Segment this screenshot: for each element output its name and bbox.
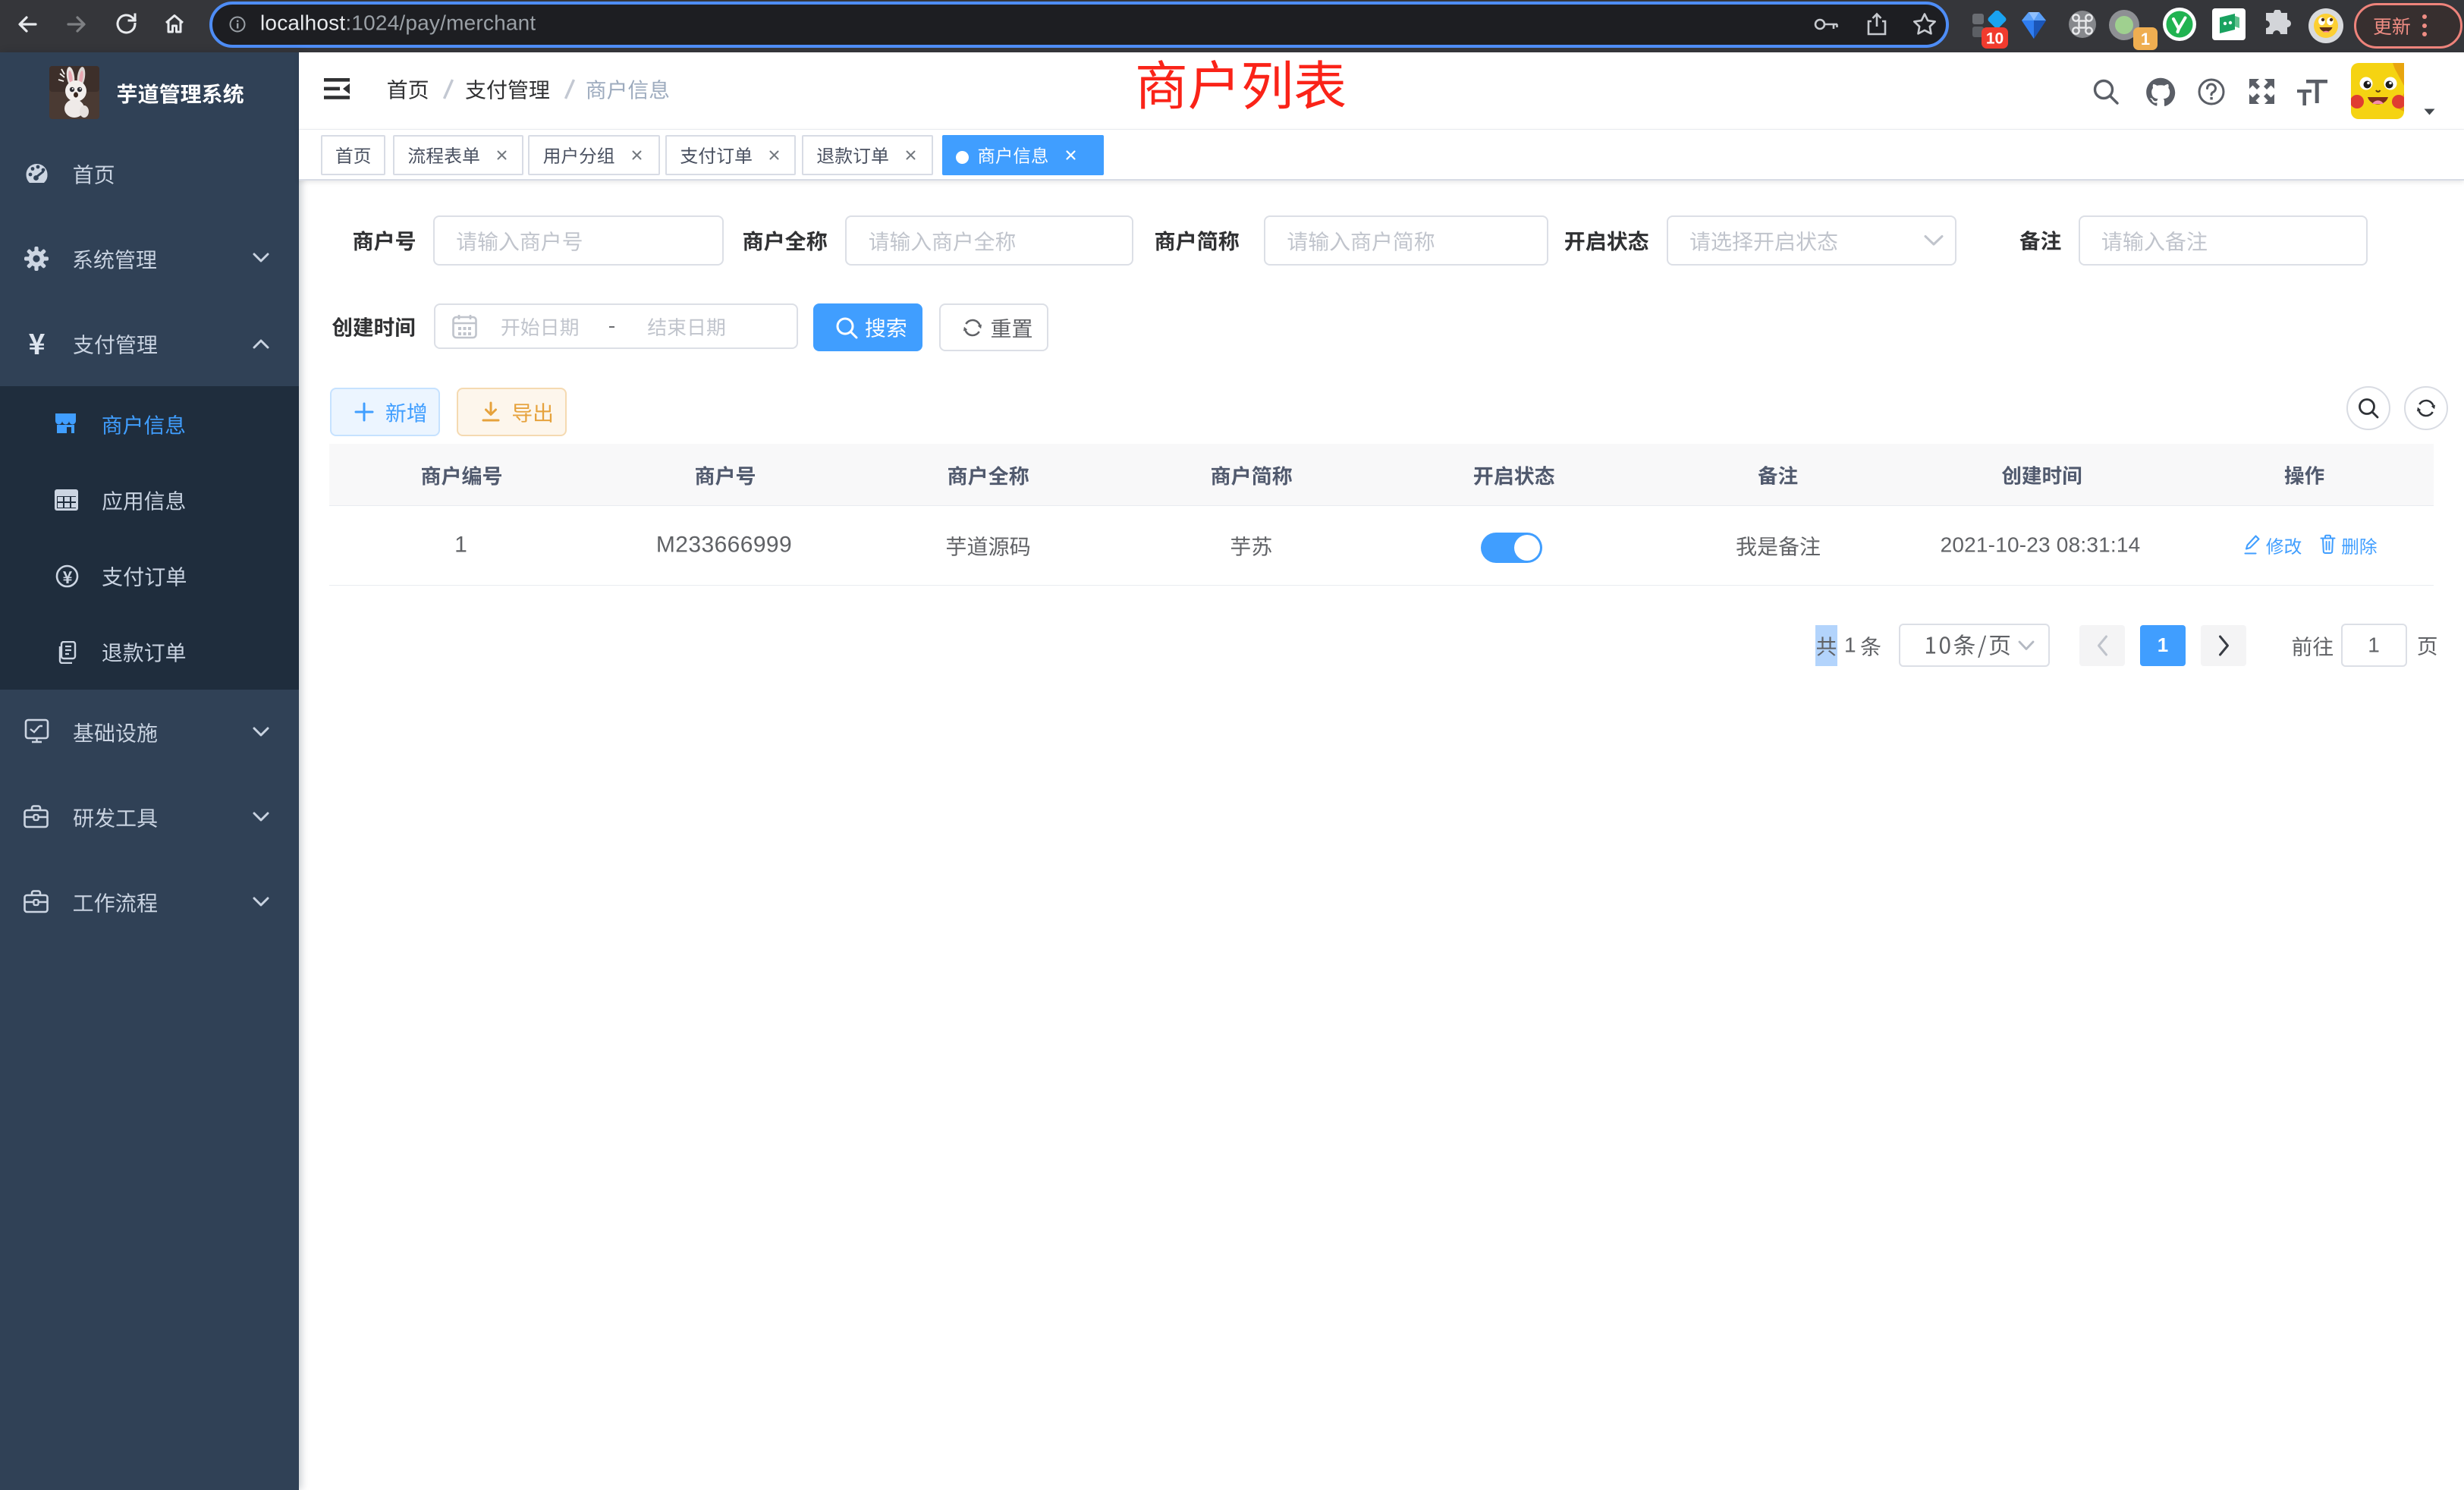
svg-text:10: 10: [1986, 30, 2004, 48]
svg-text:1: 1: [2141, 30, 2150, 49]
